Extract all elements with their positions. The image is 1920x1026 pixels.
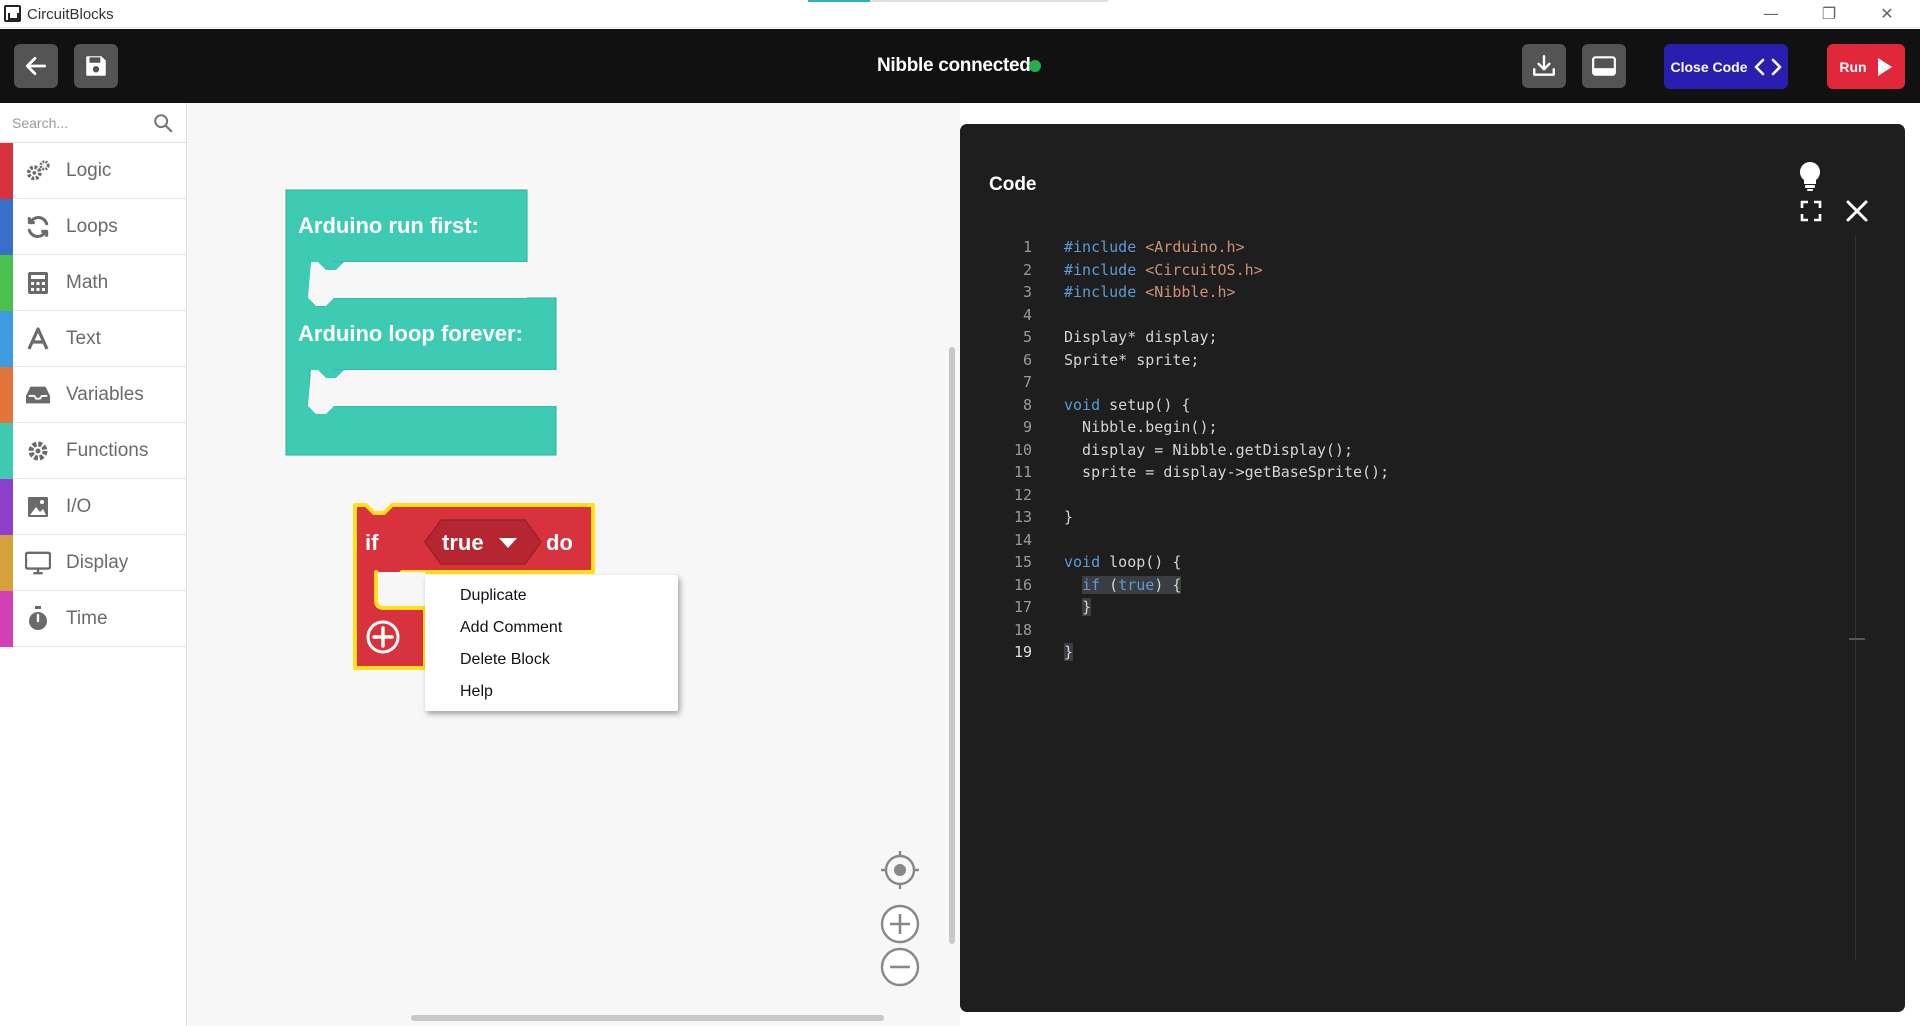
close-code-button[interactable]: Close Code (1664, 44, 1788, 89)
code-line: 2 #include <CircuitOS.h> (1022, 260, 1263, 279)
zoom-in-icon[interactable] (879, 903, 921, 945)
menu-item-help[interactable]: Help (425, 676, 678, 708)
code-line: 1 #include <Arduino.h> (1022, 238, 1245, 256)
code-line-highlighted: 16 if (true) { (1013, 575, 1182, 594)
code-line: 12 (1013, 485, 1032, 504)
restore-button[interactable]: ❐ (1806, 2, 1852, 26)
setup-block-label: Arduino run first: (298, 213, 479, 238)
close-code-label: Close Code (1670, 58, 1748, 75)
code-line: 14 (1013, 530, 1032, 549)
code-line: 11 sprite = display->getBaseSprite(); (1013, 463, 1390, 481)
code-panel: Code 1 #include <Arduino.h> 2 #include <Ci… (960, 124, 1905, 1012)
code-panel-title: Code (989, 174, 1037, 195)
download-icon (1533, 55, 1555, 76)
menu-item-duplicate[interactable]: Duplicate (425, 580, 678, 612)
if-statement-slot[interactable] (378, 572, 425, 604)
code-line: 10 display = Nibble.getDisplay(); (1013, 440, 1353, 459)
menu-item-add-comment[interactable]: Add Comment (425, 612, 678, 644)
code-scrollbar-marker (1849, 638, 1865, 640)
code-line: 13} (1013, 508, 1074, 526)
close-window-button[interactable]: ✕ (1864, 2, 1910, 26)
do-label: do (546, 530, 573, 555)
code-line: 6 Sprite* sprite; (1022, 350, 1200, 369)
minimize-button[interactable]: — (1748, 2, 1794, 26)
recenter-icon[interactable] (879, 849, 921, 891)
serial-monitor-button[interactable] (1582, 44, 1626, 88)
terminal-panel-icon (1592, 56, 1616, 76)
workspace-horizontal-scrollbar[interactable] (411, 1015, 884, 1021)
loop-block-label: Arduino loop forever: (298, 321, 523, 346)
code-line: 19} (1013, 643, 1074, 661)
code-line: 18 (1013, 620, 1032, 639)
code-line: 15 void loop() { (1013, 553, 1182, 571)
code-line: 9 Nibble.begin(); (1022, 418, 1218, 436)
plus-circle-icon[interactable] (366, 620, 400, 654)
download-button[interactable] (1522, 44, 1566, 88)
blocks-canvas (285, 189, 595, 670)
code-line: 8 void setup() { (1022, 395, 1191, 414)
close-icon[interactable] (1844, 198, 1870, 224)
lightbulb-icon[interactable] (1797, 161, 1823, 191)
workspace-vertical-scrollbar[interactable] (949, 347, 955, 944)
code-line: 3 #include <Nibble.h> (1022, 283, 1236, 301)
connection-status-indicator (1029, 60, 1041, 72)
code-scrollbar-track[interactable] (1855, 236, 1856, 960)
fullscreen-icon[interactable] (1800, 200, 1822, 222)
condition-value[interactable]: true (442, 530, 484, 556)
code-line: 5 Display* display; (1022, 328, 1218, 346)
if-label: if (365, 530, 379, 555)
code-line: 7 (1022, 373, 1032, 391)
play-icon (1877, 57, 1892, 76)
block-context-menu: Duplicate Add Comment Delete Block Help (425, 575, 678, 711)
code-line: 4 (1022, 305, 1032, 324)
menu-item-delete-block[interactable]: Delete Block (425, 644, 678, 676)
run-button[interactable]: Run (1827, 44, 1905, 89)
code-line-highlighted: 17 } (1013, 598, 1092, 616)
run-label: Run (1839, 58, 1867, 75)
code-brackets-icon (1754, 58, 1781, 75)
zoom-out-icon[interactable] (879, 946, 921, 988)
code-editor[interactable]: 1 #include <Arduino.h> 2 #include <Circuit… (960, 236, 1840, 664)
